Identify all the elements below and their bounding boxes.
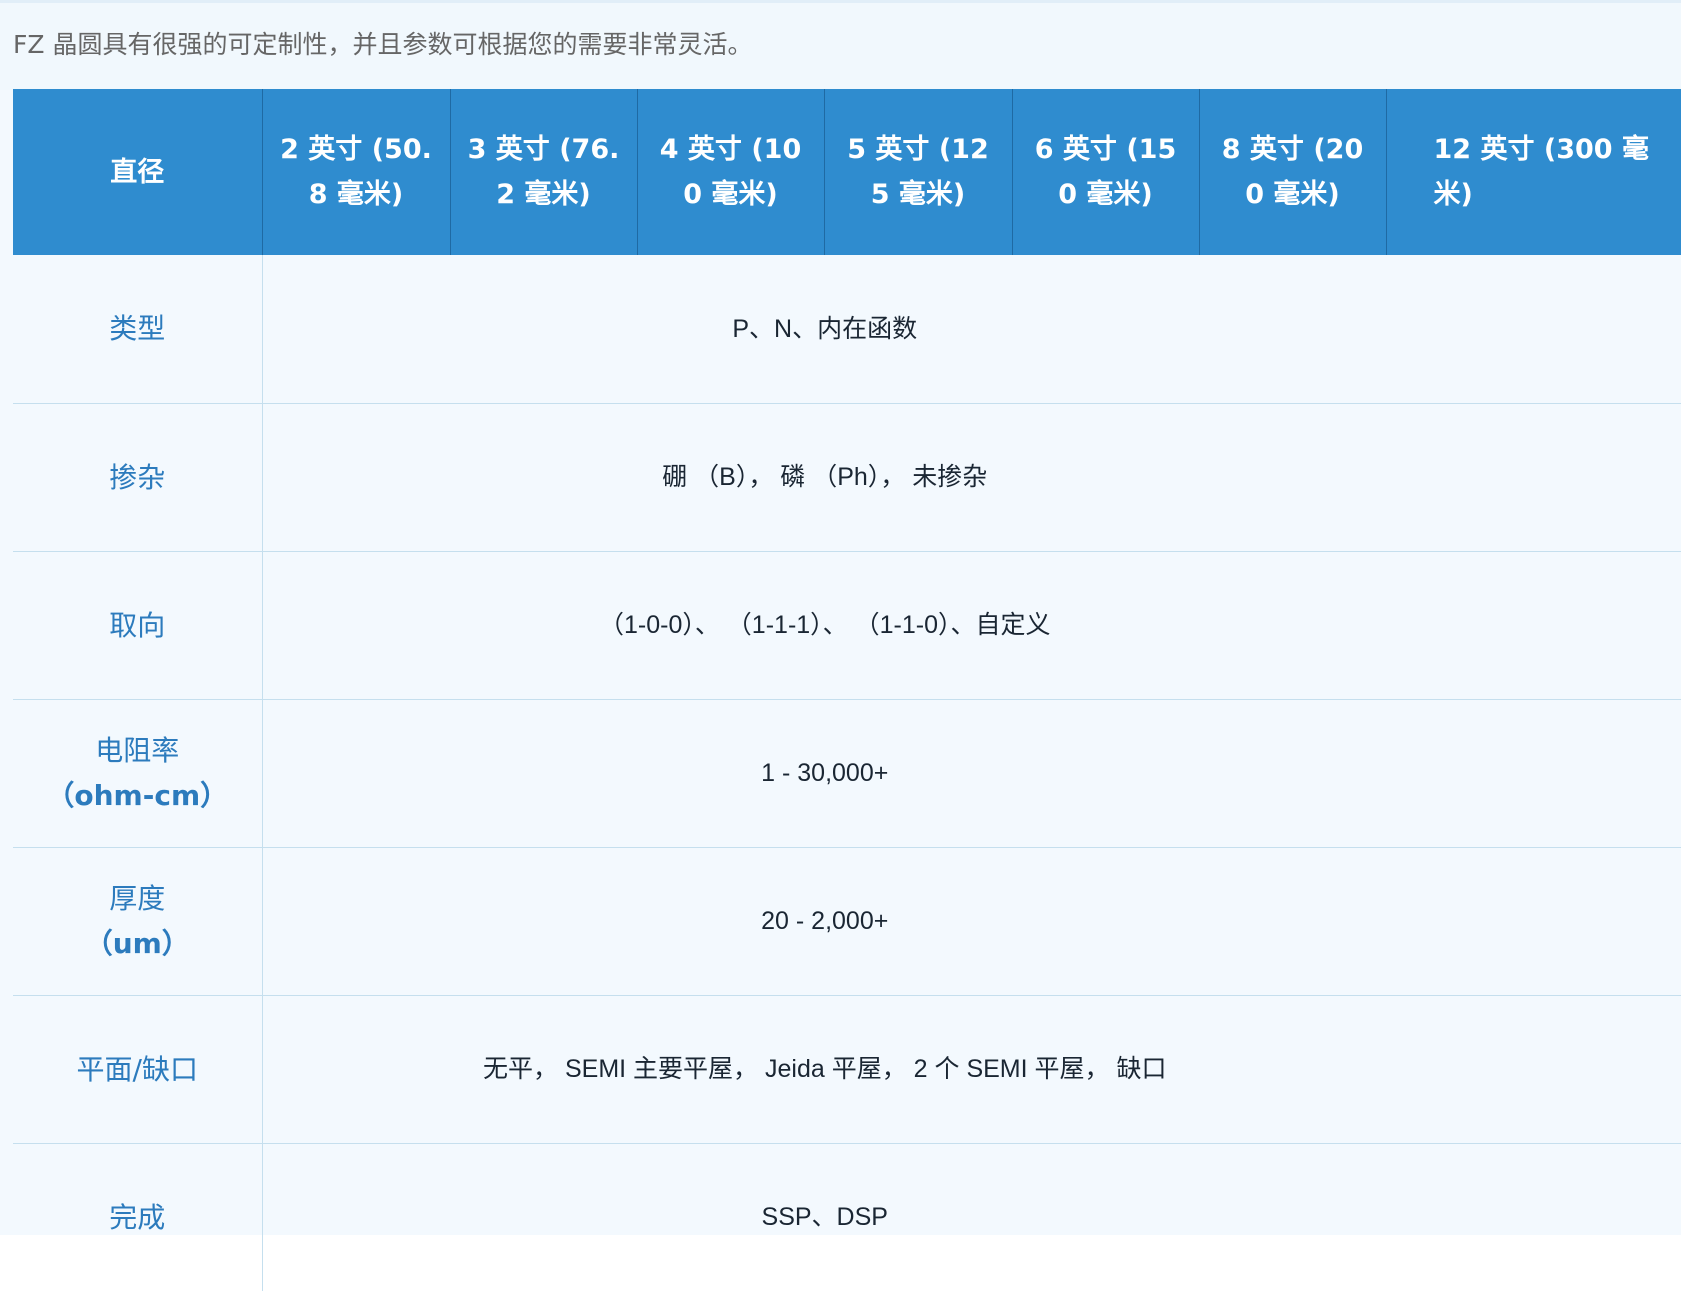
row-label-text: 类型 [109,312,166,346]
header-diameter: 直径 [13,89,262,255]
spec-table: 直径 2 英寸 (50.8 毫米) 3 英寸 (76.2 毫米) 4 英寸 (1… [13,89,1681,1291]
header-size: 8 英寸 (200 毫米) [1198,89,1386,255]
row-label-text: 平面/缺口 [76,1052,198,1086]
table-body: 类型 P、N、内在函数 掺杂 硼 （B）， 磷 （Ph）， 未掺杂 取向 （1-… [13,255,1681,1291]
header-size: 6 英寸 (150 毫米) [1011,89,1199,255]
page: FZ 晶圆具有很强的可定制性，并且参数可根据您的需要非常灵活。 直径 2 英寸 … [0,0,1681,1305]
row-value-text: （1-0-0）、 （1-1-1）、 （1-1-0）、自定义 [599,611,1051,639]
row-label-text: 电阻率 [95,734,180,767]
table-header: 直径 2 英寸 (50.8 毫米) 3 英寸 (76.2 毫米) 4 英寸 (1… [13,89,1681,255]
table-row: 完成 SSP、DSP [13,1142,1681,1291]
row-label-text: 完成 [109,1200,166,1234]
row-label-text: 掺杂 [109,460,166,494]
table-row: 厚度 （um） 20 - 2,000+ [13,846,1681,995]
row-label-text: 厚度 [109,882,166,915]
table-row: 掺杂 硼 （B）， 磷 （Ph）， 未掺杂 [13,402,1681,551]
row-value: 1 - 30,000+ [262,698,1681,847]
row-value: （1-0-0）、 （1-1-1）、 （1-1-0）、自定义 [262,550,1681,699]
row-label-unit: （ohm-cm） [46,779,229,812]
header-size: 12 英寸 (300 毫米) [1385,89,1681,255]
header-row: 直径 2 英寸 (50.8 毫米) 3 英寸 (76.2 毫米) 4 英寸 (1… [13,89,1681,255]
intro-band: FZ 晶圆具有很强的可定制性，并且参数可根据您的需要非常灵活。 [0,0,1681,90]
row-label: 取向 [13,550,263,699]
table-row: 平面/缺口 无平， SEMI 主要平屋， Jeida 平屋， 2 个 SEMI … [13,994,1681,1143]
row-value: P、N、内在函数 [262,255,1681,403]
row-value-text: 1 - 30,000+ [761,759,889,787]
table-row: 类型 P、N、内在函数 [13,255,1681,403]
header-size: 2 英寸 (50.8 毫米) [261,89,450,255]
row-label-text: 取向 [109,608,166,642]
row-label: 厚度 （um） [13,846,263,995]
row-label-unit: （um） [84,927,190,960]
header-size: 4 英寸 (100 毫米) [636,89,824,255]
row-label: 平面/缺口 [13,994,263,1143]
row-value-text: 硼 （B）， 磷 （Ph）， 未掺杂 [662,463,988,491]
table-row: 取向 （1-0-0）、 （1-1-1）、 （1-1-0）、自定义 [13,550,1681,699]
row-value-text: SSP、DSP [761,1203,888,1232]
row-value-text: 20 - 2,000+ [761,907,889,935]
intro-text: FZ 晶圆具有很强的可定制性，并且参数可根据您的需要非常灵活。 [13,30,753,59]
row-value-text: P、N、内在函数 [732,314,918,343]
row-label: 完成 [13,1142,263,1291]
table-row: 电阻率 （ohm-cm） 1 - 30,000+ [13,698,1681,847]
row-value-text: 无平， SEMI 主要平屋， Jeida 平屋， 2 个 SEMI 平屋， 缺口 [483,1055,1167,1083]
row-value: 20 - 2,000+ [262,846,1681,995]
row-label: 类型 [13,255,263,403]
header-size: 5 英寸 (125 毫米) [823,89,1012,255]
row-value: 硼 （B）， 磷 （Ph）， 未掺杂 [262,402,1681,551]
row-label: 掺杂 [13,402,263,551]
row-value: SSP、DSP [262,1142,1681,1291]
row-value: 无平， SEMI 主要平屋， Jeida 平屋， 2 个 SEMI 平屋， 缺口 [262,994,1681,1143]
row-label: 电阻率 （ohm-cm） [13,698,263,847]
header-size: 3 英寸 (76.2 毫米) [449,89,637,255]
